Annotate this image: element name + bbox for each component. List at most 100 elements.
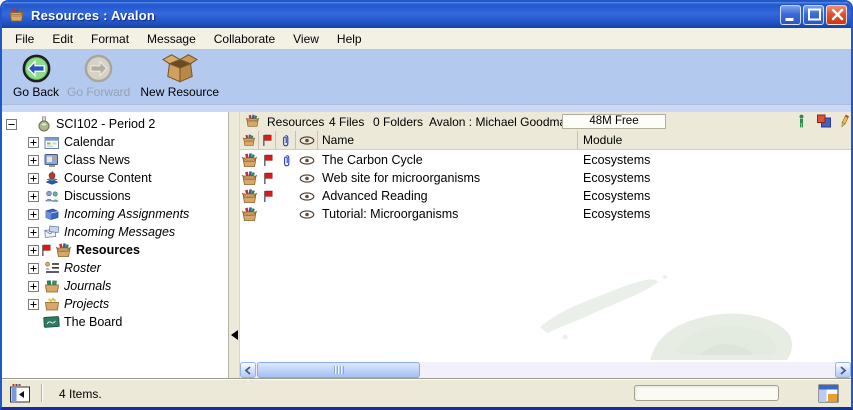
class-news-icon xyxy=(43,153,60,168)
expand-icon[interactable] xyxy=(28,227,39,238)
status-bar: 4 Items. xyxy=(2,378,851,407)
minimize-button[interactable] xyxy=(780,5,801,25)
tree-item-class-news[interactable]: Class News xyxy=(2,151,228,169)
file-row-carbon-cycle[interactable]: The Carbon Cycle Ecosystems xyxy=(240,151,851,169)
free-space-meter: 48M Free xyxy=(562,114,666,129)
scrollbar-thumb[interactable] xyxy=(257,362,420,378)
file-name: The Carbon Cycle xyxy=(318,153,578,167)
expand-icon[interactable] xyxy=(28,137,39,148)
menu-file[interactable]: File xyxy=(6,30,43,48)
incoming-assignments-icon xyxy=(43,207,60,221)
go-back-button[interactable]: Go Back xyxy=(8,52,64,100)
menu-edit[interactable]: Edit xyxy=(43,30,82,48)
panel-splitter[interactable] xyxy=(228,112,240,378)
scroll-left-button[interactable] xyxy=(240,362,256,378)
expand-icon[interactable] xyxy=(28,299,39,310)
expand-icon[interactable] xyxy=(28,155,39,166)
column-module-header[interactable]: Module xyxy=(578,131,851,149)
go-forward-icon xyxy=(83,53,114,84)
horizontal-scrollbar[interactable] xyxy=(240,362,851,378)
progress-indicator xyxy=(634,385,779,401)
column-preview-eye-icon[interactable] xyxy=(296,131,318,149)
toolbar: Go Back Go Forward New Reso xyxy=(2,49,851,104)
journals-icon xyxy=(43,279,60,293)
expand-icon[interactable] xyxy=(28,209,39,220)
island-watermark xyxy=(535,267,845,362)
account-label: Avalon : Michael Goodman xyxy=(429,115,573,129)
tree-item-projects[interactable]: Projects xyxy=(2,295,228,313)
expand-icon[interactable] xyxy=(28,173,39,184)
menu-collaborate[interactable]: Collaborate xyxy=(205,30,284,48)
files-count: 4 Files xyxy=(329,115,364,129)
app-box-icon xyxy=(8,7,25,23)
tree-item-journals[interactable]: Journals xyxy=(2,277,228,295)
tree-item-incoming-messages[interactable]: Incoming Messages xyxy=(2,223,228,241)
resource-type-icon xyxy=(240,171,259,186)
menu-format[interactable]: Format xyxy=(82,30,138,48)
expand-icon[interactable] xyxy=(28,281,39,292)
content-header: Resources 4 Files 0 Folders Avalon : Mic… xyxy=(240,112,851,131)
person-icon[interactable] xyxy=(797,114,806,129)
close-button[interactable] xyxy=(826,5,847,25)
folders-count: 0 Folders xyxy=(373,115,423,129)
toggle-tree-panel-button[interactable] xyxy=(9,383,32,404)
maximize-button[interactable] xyxy=(803,5,824,25)
collapse-arrow-icon[interactable] xyxy=(231,330,238,340)
new-resource-button[interactable]: New Resource xyxy=(137,52,222,100)
tree-item-calendar[interactable]: Calendar xyxy=(2,133,228,151)
tree-item-resources[interactable]: Resources xyxy=(2,241,228,259)
column-flag-icon[interactable] xyxy=(259,131,276,149)
pencil-icon[interactable] xyxy=(839,114,850,129)
go-forward-button[interactable]: Go Forward xyxy=(64,52,133,100)
flag-icon xyxy=(41,244,51,257)
course-content-icon xyxy=(43,171,60,186)
items-count-text: 4 Items. xyxy=(59,387,102,401)
toolbar-lower-strip xyxy=(2,104,851,112)
menu-message[interactable]: Message xyxy=(138,30,205,48)
attachment-icon xyxy=(276,154,296,167)
preview-eye-icon[interactable] xyxy=(296,210,318,219)
board-icon xyxy=(43,315,60,329)
file-row-tutorial[interactable]: Tutorial: Microorganisms Ecosystems xyxy=(240,205,851,223)
tree-item-incoming-assignments[interactable]: Incoming Assignments xyxy=(2,205,228,223)
calendar-icon xyxy=(43,135,60,150)
course-tree-panel: SCI102 - Period 2 Calendar Class News xyxy=(2,112,228,378)
flag-icon xyxy=(259,190,276,203)
tree-item-the-board[interactable]: The Board xyxy=(2,313,228,331)
expand-icon[interactable] xyxy=(28,191,39,202)
column-attachment-icon[interactable] xyxy=(276,131,296,149)
tree-item-roster[interactable]: Roster xyxy=(2,259,228,277)
menu-view[interactable]: View xyxy=(284,30,328,48)
tree-item-discussions[interactable]: Discussions xyxy=(2,187,228,205)
collapse-toggle-icon[interactable] xyxy=(6,119,17,130)
column-type-box-icon[interactable] xyxy=(240,131,259,149)
expand-icon[interactable] xyxy=(28,245,39,256)
menu-help[interactable]: Help xyxy=(328,30,371,48)
copy-squares-icon[interactable] xyxy=(816,114,832,128)
resource-type-icon xyxy=(240,189,259,204)
go-forward-label: Go Forward xyxy=(67,85,130,99)
expand-icon[interactable] xyxy=(28,263,39,274)
go-back-label: Go Back xyxy=(13,85,59,99)
file-name: Tutorial: Microorganisms xyxy=(318,207,578,221)
column-header-row: Name Module xyxy=(240,131,851,150)
file-module: Ecosystems xyxy=(578,153,851,167)
column-name-header[interactable]: Name xyxy=(318,131,578,149)
main-area: SCI102 - Period 2 Calendar Class News xyxy=(2,112,851,378)
file-name: Advanced Reading xyxy=(318,189,578,203)
preview-eye-icon[interactable] xyxy=(296,174,318,183)
preview-eye-icon[interactable] xyxy=(296,156,318,165)
window-title: Resources : Avalon xyxy=(31,8,155,23)
layout-toggle-button[interactable] xyxy=(818,384,839,403)
file-row-advanced-reading[interactable]: Advanced Reading Ecosystems xyxy=(240,187,851,205)
file-module: Ecosystems xyxy=(578,171,851,185)
menu-bar: File Edit Format Message Collaborate Vie… xyxy=(2,28,851,49)
preview-eye-icon[interactable] xyxy=(296,192,318,201)
tree-root-course[interactable]: SCI102 - Period 2 xyxy=(2,115,228,133)
scroll-right-button[interactable] xyxy=(835,362,851,378)
resource-type-icon xyxy=(240,153,259,168)
tree-item-course-content[interactable]: Course Content xyxy=(2,169,228,187)
resources-box-icon xyxy=(245,114,260,128)
flag-icon xyxy=(259,172,276,185)
file-row-web-site[interactable]: Web site for microorganisms Ecosystems xyxy=(240,169,851,187)
